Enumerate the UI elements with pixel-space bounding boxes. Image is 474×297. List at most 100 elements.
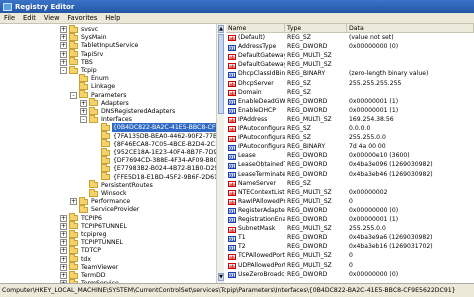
value-type: REG_SZ: [287, 79, 311, 87]
value-name-cell[interactable]: ab (Default): [226, 34, 285, 43]
value-row[interactable]: 01LeaseObtainedTimeREG_DWORD 0x4ba3e096 (…: [226, 161, 474, 170]
value-row[interactable]: 01 Lease REG_DWORD 0x00000e10 (3600): [226, 152, 474, 161]
scroll-up-arrow-icon[interactable]: ▲: [218, 25, 224, 33]
value-row[interactable]: 01EnableDeadGWDetectREG_DWORD 0x00000001 …: [226, 98, 474, 107]
value-name: EnableDeadGWDetect: [238, 97, 285, 105]
menu-edit[interactable]: Edit: [19, 14, 40, 22]
column-header-name[interactable]: Name: [226, 24, 285, 33]
value-row[interactable]: 01RegisterAdapterNameREG_DWORD 0x00000000…: [226, 207, 474, 216]
value-name-cell[interactable]: ab NameServer: [226, 180, 285, 189]
tree-scrollbar[interactable]: ▲ ▼: [216, 24, 224, 283]
folder-icon: [69, 57, 78, 66]
expand-icon[interactable]: +: [60, 222, 67, 230]
value-row[interactable]: ab NTEContextList REG_MULTI_SZ 0x00000002: [226, 189, 474, 198]
expand-icon[interactable]: +: [60, 231, 67, 238]
expand-icon[interactable]: +: [60, 42, 67, 50]
value-row[interactable]: ab UDPAllowedPorts REG_MULTI_SZ 0: [226, 262, 474, 271]
expand-icon[interactable]: +: [60, 58, 67, 66]
string-value-icon: ab: [228, 199, 236, 206]
value-row[interactable]: ab DhcpServer REG_SZ 255.255.255.255: [226, 80, 474, 89]
expand-icon[interactable]: +: [80, 108, 87, 115]
value-name-cell[interactable]: ab DhcpServer: [226, 80, 285, 89]
value-name-cell[interactable]: ab UDPAllowedPorts: [226, 262, 285, 271]
value-name-cell[interactable]: ab NTEContextList: [226, 189, 285, 198]
value-row[interactable]: 01 T1 REG_DWORD 0x4ba3e9a6 (1269030982): [226, 234, 474, 243]
expand-icon[interactable]: +: [60, 263, 67, 271]
value-row[interactable]: ab Domain REG_SZ: [226, 89, 474, 98]
column-header-type[interactable]: Type: [285, 24, 347, 33]
scroll-down-arrow-icon[interactable]: ▼: [218, 273, 224, 281]
value-name-cell[interactable]: abIPAutoconfigurationMask: [226, 134, 285, 143]
value-name-cell[interactable]: 01 T2: [226, 243, 285, 252]
value-row[interactable]: ab SubnetMask REG_MULTI_SZ 255.255.0.0: [226, 225, 474, 234]
value-name-cell[interactable]: 01RegisterAdapterName: [226, 207, 285, 216]
value-row[interactable]: ab NameServer REG_SZ: [226, 180, 474, 189]
value-name-cell[interactable]: 01UseZeroBroadcast: [226, 271, 285, 280]
expand-icon[interactable]: +: [60, 214, 67, 222]
expand-icon[interactable]: +: [80, 99, 87, 107]
value-row[interactable]: ab (Default) REG_SZ (value not set): [226, 34, 474, 43]
value-row[interactable]: 01UseZeroBroadcastREG_DWORD 0x00000000 (0…: [226, 271, 474, 280]
collapse-icon[interactable]: -: [60, 67, 67, 74]
value-name-cell[interactable]: 01 EnableDHCP: [226, 107, 285, 116]
value-data: 0x4ba3e9a6 (1269030982): [349, 234, 433, 242]
collapse-icon[interactable]: -: [70, 91, 77, 99]
value-row[interactable]: 01 DhcpClassIdBin REG_BINARY (zero-length b…: [226, 70, 474, 79]
expand-icon[interactable]: +: [60, 247, 67, 255]
menu-favorites[interactable]: Favorites: [63, 14, 101, 22]
expand-icon[interactable]: +: [60, 34, 67, 42]
registry-key-tree[interactable]: + svsvc + SysMain + TabletInputService + TapiSr…: [0, 24, 224, 283]
value-name-cell[interactable]: 01LeaseObtainedTime: [226, 161, 285, 170]
value-name-cell[interactable]: 01 T1: [226, 234, 285, 243]
value-name-cell[interactable]: 01IPAutoconfigurationSeed: [226, 143, 285, 152]
value-row[interactable]: ab DefaultGateway REG_MULTI_SZ: [226, 52, 474, 61]
value-name-cell[interactable]: 01 Lease: [226, 152, 285, 161]
expand-icon[interactable]: +: [70, 198, 77, 206]
value-data: 0: [349, 252, 353, 260]
menu-help[interactable]: Help: [101, 14, 124, 22]
value-row[interactable]: 01 T2 REG_DWORD 0x4ba3eb16 (1269031702): [226, 243, 474, 252]
collapse-icon[interactable]: -: [80, 116, 87, 124]
value-name-cell[interactable]: ab IPAddress: [226, 116, 285, 125]
window-title: Registry Editor: [15, 2, 75, 11]
value-name-cell[interactable]: abRawIPAllowedProtocols: [226, 198, 285, 207]
value-row[interactable]: ab TCPAllowedPorts REG_MULTI_SZ 0: [226, 252, 474, 261]
value-row[interactable]: abRawIPAllowedProtocolsREG_MULTI_SZ 0: [226, 198, 474, 207]
scroll-thumb[interactable]: [218, 34, 224, 114]
value-type: REG_DWORD: [287, 97, 328, 105]
registry-values-list: Name Type Data ab (Default) REG_SZ (value n…: [226, 24, 474, 283]
expand-icon[interactable]: +: [60, 272, 67, 279]
value-row[interactable]: 01LeaseTerminatesTimeREG_DWORD 0x4ba3eb46…: [226, 171, 474, 180]
menu-view[interactable]: View: [40, 14, 64, 22]
column-header-data[interactable]: Data: [347, 24, 474, 33]
value-row[interactable]: 01 EnableDHCP REG_DWORD 0x00000001 (1): [226, 107, 474, 116]
title-bar: Registry Editor: [0, 0, 474, 13]
value-name-cell[interactable]: abIPAutoconfigurationAddress: [226, 125, 285, 134]
expand-icon[interactable]: +: [60, 50, 67, 58]
value-row[interactable]: 01IPAutoconfigurationSeedREG_BINARY 7d 4a…: [226, 143, 474, 152]
value-row[interactable]: 01 AddressType REG_DWORD 0x00000000 (0): [226, 43, 474, 52]
value-name-cell[interactable]: abDefaultGatewayMetric: [226, 61, 285, 70]
value-data: 255.255.0.0: [349, 134, 386, 142]
binary-value-icon: 01: [228, 235, 236, 242]
value-row[interactable]: abDefaultGatewayMetricREG_MULTI_SZ: [226, 61, 474, 70]
value-name-cell[interactable]: ab DefaultGateway: [226, 52, 285, 61]
value-name-cell[interactable]: 01RegistrationEnabled: [226, 216, 285, 225]
expand-icon[interactable]: +: [60, 239, 67, 247]
folder-icon: [69, 262, 78, 271]
expand-icon[interactable]: +: [60, 255, 67, 263]
value-name-cell[interactable]: 01LeaseTerminatesTime: [226, 171, 285, 180]
value-name: UseZeroBroadcast: [238, 270, 285, 278]
value-name-cell[interactable]: ab SubnetMask: [226, 225, 285, 234]
value-name-cell[interactable]: 01EnableDeadGWDetect: [226, 98, 285, 107]
value-row[interactable]: ab IPAddress REG_MULTI_SZ 169.254.38.56: [226, 116, 474, 125]
expand-icon[interactable]: +: [60, 26, 67, 33]
value-row[interactable]: 01RegistrationEnabledREG_DWORD 0x00000001…: [226, 216, 474, 225]
value-row[interactable]: abIPAutoconfigurationAddressREG_SZ 0.0.0.…: [226, 125, 474, 134]
menu-file[interactable]: File: [0, 14, 19, 22]
value-row[interactable]: abIPAutoconfigurationMaskREG_SZ 255.255.0…: [226, 134, 474, 143]
value-name-cell[interactable]: 01 DhcpClassIdBin: [226, 70, 285, 79]
value-name-cell[interactable]: ab Domain: [226, 89, 285, 98]
value-name-cell[interactable]: 01 AddressType: [226, 43, 285, 52]
value-name-cell[interactable]: ab TCPAllowedPorts: [226, 252, 285, 261]
